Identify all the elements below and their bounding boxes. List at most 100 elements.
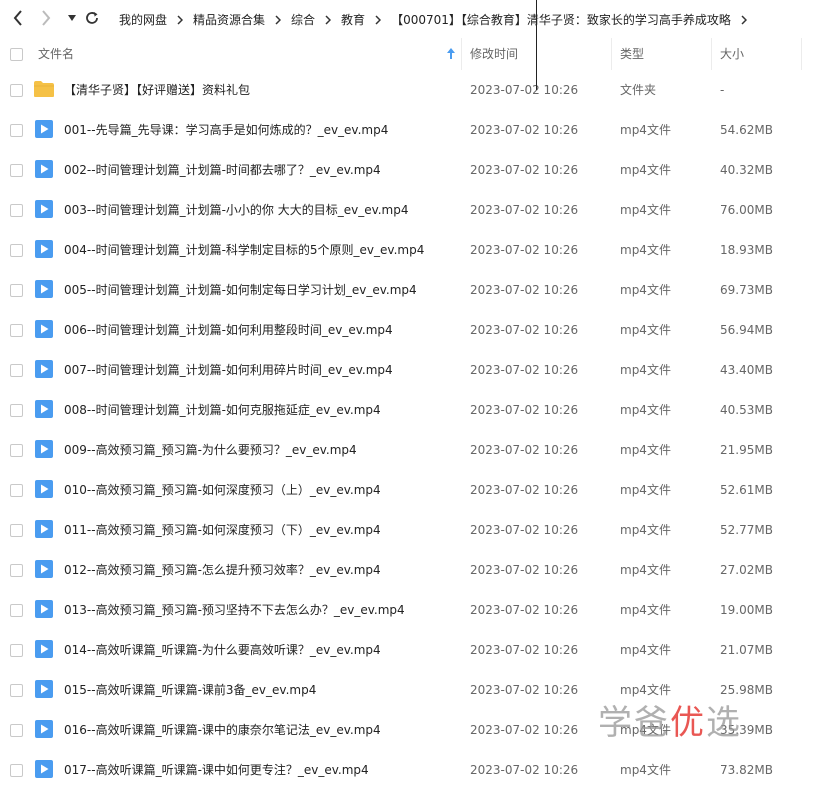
file-row[interactable]: 007--时间管理计划篇_计划篇-如何利用碎片时间_ev_ev.mp4 2023-…	[0, 350, 814, 390]
file-row[interactable]: 006--时间管理计划篇_计划篇-如何利用整段时间_ev_ev.mp4 2023-…	[0, 310, 814, 350]
row-checkbox[interactable]	[10, 764, 23, 777]
row-checkbox[interactable]	[10, 244, 23, 257]
file-name[interactable]: 012--高效预习篇_预习篇-怎么提升预习效率？_ev_ev.mp4	[64, 550, 381, 590]
file-modified-time: 2023-07-02 10:26	[470, 203, 579, 217]
file-type: mp4文件	[620, 123, 671, 137]
file-name[interactable]: 016--高效听课篇_听课篇-课中的康奈尔笔记法_ev_ev.mp4	[64, 710, 381, 750]
video-file-icon	[35, 320, 53, 338]
file-size: 54.62MB	[720, 123, 773, 137]
file-row[interactable]: 011--高效预习篇_预习篇-如何深度预习（下）_ev_ev.mp4 2023-0…	[0, 510, 814, 550]
file-modified-time: 2023-07-02 10:26	[470, 523, 579, 537]
file-row[interactable]: 001--先导篇_先导课：学习高手是如何炼成的？_ev_ev.mp4 2023-0…	[0, 110, 814, 150]
file-size: 73.82MB	[720, 763, 773, 777]
refresh-button[interactable]	[82, 8, 102, 28]
video-file-icon	[35, 240, 53, 258]
file-name[interactable]: 001--先导篇_先导课：学习高手是如何炼成的？_ev_ev.mp4	[64, 110, 388, 150]
column-header-modified[interactable]: 修改时间	[470, 38, 518, 70]
file-modified-time: 2023-07-02 10:26	[470, 443, 579, 457]
file-name[interactable]: 007--时间管理计划篇_计划篇-如何利用碎片时间_ev_ev.mp4	[64, 350, 393, 390]
row-checkbox[interactable]	[10, 644, 23, 657]
row-checkbox[interactable]	[10, 364, 23, 377]
breadcrumb: 我的网盘 精品资源合集 综合 教育 【000701】【综合教育】清华子贤：致家长…	[114, 0, 752, 38]
breadcrumb-item-general[interactable]: 综合	[286, 11, 320, 28]
file-row[interactable]: 005--时间管理计划篇_计划篇-如何制定每日学习计划_ev_ev.mp4 202…	[0, 270, 814, 310]
file-list-header: 文件名 修改时间 类型 大小	[0, 38, 814, 70]
file-name[interactable]: 006--时间管理计划篇_计划篇-如何利用整段时间_ev_ev.mp4	[64, 310, 393, 350]
file-name[interactable]: 【清华子贤】【好评赠送】资料礼包	[64, 70, 250, 110]
row-checkbox[interactable]	[10, 564, 23, 577]
file-name[interactable]: 013--高效预习篇_预习篇-预习坚持不下去怎么办？_ev_ev.mp4	[64, 590, 405, 630]
file-name[interactable]: 002--时间管理计划篇_计划篇-时间都去哪了？_ev_ev.mp4	[64, 150, 381, 190]
file-name[interactable]: 015--高效听课篇_听课篇-课前3备_ev_ev.mp4	[64, 670, 316, 710]
file-row[interactable]: 009--高效预习篇_预习篇-为什么要预习？_ev_ev.mp4 2023-07-…	[0, 430, 814, 470]
row-checkbox[interactable]	[10, 684, 23, 697]
file-row[interactable]: 010--高效预习篇_预习篇-如何深度预习（上）_ev_ev.mp4 2023-0…	[0, 470, 814, 510]
row-checkbox[interactable]	[10, 724, 23, 737]
file-name[interactable]: 009--高效预习篇_预习篇-为什么要预习？_ev_ev.mp4	[64, 430, 357, 470]
file-size: 56.94MB	[720, 323, 773, 337]
column-header-type[interactable]: 类型	[620, 38, 644, 70]
column-divider[interactable]	[611, 38, 612, 70]
file-name[interactable]: 017--高效听课篇_听课篇-课中如何更专注？_ev_ev.mp4	[64, 750, 369, 790]
column-header-size[interactable]: 大小	[720, 38, 744, 70]
file-name[interactable]: 005--时间管理计划篇_计划篇-如何制定每日学习计划_ev_ev.mp4	[64, 270, 417, 310]
file-modified-time: 2023-07-02 10:26	[470, 323, 579, 337]
file-type: mp4文件	[620, 323, 671, 337]
file-row[interactable]: 012--高效预习篇_预习篇-怎么提升预习效率？_ev_ev.mp4 2023-0…	[0, 550, 814, 590]
column-divider[interactable]	[461, 38, 462, 70]
sort-ascending-icon[interactable]	[447, 48, 455, 62]
row-checkbox[interactable]	[10, 324, 23, 337]
file-row[interactable]: 008--时间管理计划篇_计划篇-如何克服拖延症_ev_ev.mp4 2023-0…	[0, 390, 814, 430]
row-checkbox[interactable]	[10, 524, 23, 537]
file-type: mp4文件	[620, 443, 671, 457]
file-row[interactable]: 002--时间管理计划篇_计划篇-时间都去哪了？_ev_ev.mp4 2023-0…	[0, 150, 814, 190]
row-checkbox[interactable]	[10, 604, 23, 617]
history-dropdown-button[interactable]	[62, 8, 82, 28]
row-checkbox[interactable]	[10, 164, 23, 177]
file-name[interactable]: 008--时间管理计划篇_计划篇-如何克服拖延症_ev_ev.mp4	[64, 390, 381, 430]
row-checkbox[interactable]	[10, 284, 23, 297]
file-name[interactable]: 004--时间管理计划篇_计划篇-科学制定目标的5个原则_ev_ev.mp4	[64, 230, 424, 270]
toolbar: 我的网盘 精品资源合集 综合 教育 【000701】【综合教育】清华子贤：致家长…	[0, 0, 814, 38]
file-row[interactable]: 004--时间管理计划篇_计划篇-科学制定目标的5个原则_ev_ev.mp4 20…	[0, 230, 814, 270]
file-row[interactable]: 【清华子贤】【好评赠送】资料礼包 2023-07-02 10:26 文件夹 -	[0, 70, 814, 110]
breadcrumb-item-collection[interactable]: 精品资源合集	[188, 11, 270, 28]
file-name[interactable]: 011--高效预习篇_预习篇-如何深度预习（下）_ev_ev.mp4	[64, 510, 381, 550]
breadcrumb-item-current[interactable]: 【000701】【综合教育】清华子贤：致家长的学习高手养成攻略	[386, 11, 736, 28]
file-row[interactable]: 013--高效预习篇_预习篇-预习坚持不下去怎么办？_ev_ev.mp4 2023…	[0, 590, 814, 630]
select-all-checkbox[interactable]	[10, 48, 23, 61]
row-checkbox[interactable]	[10, 484, 23, 497]
video-file-icon	[35, 640, 53, 658]
column-divider[interactable]	[801, 38, 802, 70]
forward-button[interactable]	[36, 8, 56, 28]
breadcrumb-item-root[interactable]: 我的网盘	[114, 11, 172, 28]
back-button[interactable]	[8, 8, 28, 28]
file-modified-time: 2023-07-02 10:26	[470, 643, 579, 657]
caret-down-icon	[68, 15, 76, 21]
file-size: 69.73MB	[720, 283, 773, 297]
file-modified-time: 2023-07-02 10:26	[470, 683, 579, 697]
file-type: mp4文件	[620, 763, 671, 777]
file-row[interactable]: 003--时间管理计划篇_计划篇-小小的你 大大的目标_ev_ev.mp4 202…	[0, 190, 814, 230]
video-file-icon	[35, 480, 53, 498]
row-checkbox[interactable]	[10, 444, 23, 457]
video-file-icon	[35, 720, 53, 738]
video-file-icon	[35, 160, 53, 178]
video-file-icon	[35, 520, 53, 538]
column-header-name[interactable]: 文件名	[38, 38, 74, 70]
chevron-right-icon	[320, 12, 336, 26]
breadcrumb-item-education[interactable]: 教育	[336, 11, 370, 28]
chevron-right-icon	[172, 12, 188, 26]
row-checkbox[interactable]	[10, 204, 23, 217]
column-divider[interactable]	[711, 38, 712, 70]
file-name[interactable]: 003--时间管理计划篇_计划篇-小小的你 大大的目标_ev_ev.mp4	[64, 190, 409, 230]
file-name[interactable]: 010--高效预习篇_预习篇-如何深度预习（上）_ev_ev.mp4	[64, 470, 381, 510]
row-checkbox[interactable]	[10, 84, 23, 97]
file-row[interactable]: 014--高效听课篇_听课篇-为什么要高效听课？_ev_ev.mp4 2023-0…	[0, 630, 814, 670]
row-checkbox[interactable]	[10, 404, 23, 417]
file-type: mp4文件	[620, 243, 671, 257]
file-row[interactable]: 017--高效听课篇_听课篇-课中如何更专注？_ev_ev.mp4 2023-07…	[0, 750, 814, 790]
row-checkbox[interactable]	[10, 124, 23, 137]
watermark-text: 选	[706, 703, 742, 743]
file-name[interactable]: 014--高效听课篇_听课篇-为什么要高效听课？_ev_ev.mp4	[64, 630, 381, 670]
